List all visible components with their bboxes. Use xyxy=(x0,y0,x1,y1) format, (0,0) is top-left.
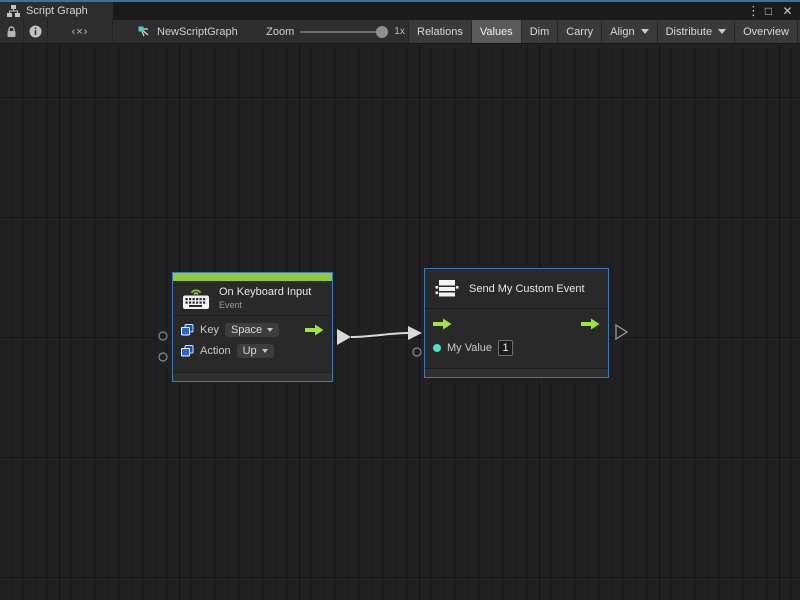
flow-arrow-icon xyxy=(433,318,452,330)
focused-window-accent xyxy=(0,0,800,2)
my-value-row: My Value 1 xyxy=(425,336,608,360)
window-menu-icon[interactable]: ⋮ xyxy=(747,3,757,19)
connection-wire[interactable] xyxy=(351,333,408,337)
maximize-icon[interactable]: □ xyxy=(761,3,776,19)
keyboard-icon xyxy=(182,287,210,310)
zoom-label: Zoom xyxy=(266,26,294,38)
graph-canvas[interactable]: On Keyboard Input Event Key Space xyxy=(0,45,800,600)
zoom-value: 1x xyxy=(394,26,405,37)
node-title: On Keyboard Input xyxy=(219,286,311,298)
values-button[interactable]: Values xyxy=(471,20,521,43)
lock-icon xyxy=(6,26,17,38)
info-button[interactable] xyxy=(24,20,48,43)
overview-button[interactable]: Overview xyxy=(734,20,797,43)
node-title: Send My Custom Event xyxy=(469,283,585,295)
align-dropdown-button[interactable]: Align xyxy=(601,20,656,43)
dim-button[interactable]: Dim xyxy=(521,20,558,43)
flow-arrow-icon xyxy=(581,318,600,330)
node-body: Key Space Action Up xyxy=(173,316,332,363)
wire-layer xyxy=(0,45,800,600)
zoom-control: Zoom 1x xyxy=(263,20,408,43)
graph-name-label: NewScriptGraph xyxy=(157,26,238,38)
window-titlebar: Script Graph ⋮ □ ✕ xyxy=(0,0,800,20)
chevron-down-icon xyxy=(718,29,726,34)
info-icon xyxy=(29,25,42,38)
zoom-slider-handle[interactable] xyxy=(376,26,388,38)
event-accent-bar xyxy=(173,273,332,281)
chevron-down-icon xyxy=(641,29,649,34)
port-label: My Value xyxy=(447,342,492,354)
close-icon[interactable]: ✕ xyxy=(780,3,795,19)
graph-toolbar: ‹×› NewScriptGraph Zoom 1x Relations Val… xyxy=(0,20,800,44)
toolbar-buttons: Relations Values Dim Carry Align Distrib… xyxy=(408,20,800,43)
my-value-input-port[interactable] xyxy=(413,348,421,356)
custom-event-icon xyxy=(434,278,460,300)
distribute-dropdown-button[interactable]: Distribute xyxy=(657,20,734,43)
flow-output-port[interactable] xyxy=(337,329,351,345)
graph-name-breadcrumb[interactable]: NewScriptGraph xyxy=(132,20,252,43)
port-label: Action xyxy=(200,345,231,357)
flow-row xyxy=(425,312,608,336)
chevron-down-icon xyxy=(267,328,273,332)
value-port-icon xyxy=(433,344,441,352)
tab-script-graph[interactable]: Script Graph xyxy=(0,2,113,20)
code-view-button[interactable]: ‹×› xyxy=(48,20,113,43)
node-footer xyxy=(173,372,332,381)
flow-arrow-icon xyxy=(305,324,324,336)
action-input-port[interactable] xyxy=(159,353,167,361)
wire-arrowhead xyxy=(408,326,422,340)
relations-button[interactable]: Relations xyxy=(408,20,471,43)
window-controls: ⋮ □ ✕ xyxy=(747,2,800,20)
zoom-slider[interactable] xyxy=(300,31,388,33)
node-body: My Value 1 xyxy=(425,309,608,362)
action-dropdown[interactable]: Up xyxy=(237,344,274,358)
lock-button[interactable] xyxy=(0,20,24,43)
node-send-my-custom-event[interactable]: Send My Custom Event My Value 1 xyxy=(424,268,609,378)
my-value-input[interactable]: 1 xyxy=(498,340,513,356)
enum-type-icon xyxy=(181,324,194,336)
tab-title: Script Graph xyxy=(26,5,88,17)
port-label: Key xyxy=(200,324,219,336)
carry-button[interactable]: Carry xyxy=(557,20,601,43)
node-footer xyxy=(425,368,608,377)
action-row: Action Up xyxy=(173,340,332,361)
enum-type-icon xyxy=(181,345,194,357)
node-subtitle: Event xyxy=(219,300,311,310)
node-on-keyboard-input[interactable]: On Keyboard Input Event Key Space xyxy=(172,272,333,382)
flow-output-port-empty[interactable] xyxy=(616,325,627,339)
key-row: Key Space xyxy=(173,319,332,340)
script-graph-asset-icon xyxy=(138,26,151,38)
key-input-port[interactable] xyxy=(159,332,167,340)
key-dropdown[interactable]: Space xyxy=(225,323,279,337)
node-header: Send My Custom Event xyxy=(425,269,608,309)
node-header: On Keyboard Input Event xyxy=(173,281,332,316)
code-view-icon: ‹×› xyxy=(72,26,89,38)
chevron-down-icon xyxy=(262,349,268,353)
graph-hierarchy-icon xyxy=(7,5,20,17)
